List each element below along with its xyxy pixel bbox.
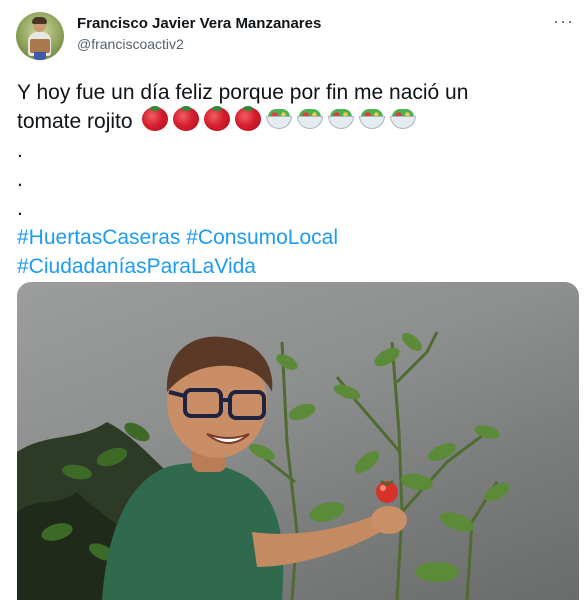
tomato-emoji <box>172 106 199 132</box>
tweet-text: Y hoy fue un día feliz porque por fin me… <box>17 78 572 281</box>
avatar[interactable] <box>16 12 64 60</box>
tweet-text-line-1: Y hoy fue un día feliz porque por fin me… <box>17 81 469 104</box>
tomato-emoji <box>234 106 261 132</box>
more-options-icon[interactable]: ··· <box>553 10 574 32</box>
tomato-emoji <box>203 106 230 132</box>
salad-emoji <box>296 107 323 130</box>
tweet-photo[interactable] <box>17 282 579 600</box>
salad-emoji <box>358 107 385 130</box>
photo-scene <box>17 331 510 600</box>
tomato-emoji <box>141 106 168 132</box>
salad-emoji <box>389 107 416 130</box>
tweet-card[interactable]: Francisco Javier Vera Manzanares @franci… <box>0 0 584 600</box>
boy-hand <box>371 506 407 534</box>
avatar-figure-box <box>30 39 50 53</box>
tweet-text-line-2-words: tomate rojito <box>17 110 133 133</box>
user-handle[interactable]: @franciscoactiv2 <box>77 35 321 53</box>
salad-emoji <box>265 107 292 130</box>
tomato-highlight <box>380 485 386 491</box>
hashtag-link[interactable]: #ConsumoLocal <box>186 226 338 249</box>
display-name[interactable]: Francisco Javier Vera Manzanares <box>77 15 321 33</box>
salad-emoji <box>327 107 354 130</box>
avatar-figure-hair <box>32 17 47 24</box>
tweet-dot-line: . <box>17 197 23 220</box>
avatar-figure-legs <box>34 52 46 60</box>
tweet-text-line-2: tomate rojito <box>17 106 572 136</box>
author-names: Francisco Javier Vera Manzanares @franci… <box>77 15 321 53</box>
tweet-header: Francisco Javier Vera Manzanares @franci… <box>16 10 576 62</box>
hashtag-line-2: #CiudadaníasParaLaVida <box>17 252 572 281</box>
hashtag-link[interactable]: #CiudadaníasParaLaVida <box>17 255 256 278</box>
tweet-dot-line: . <box>17 139 23 162</box>
tweet-dot-line: . <box>17 168 23 191</box>
hashtag-line-1: #HuertasCaseras #ConsumoLocal <box>17 223 572 252</box>
hashtag-link[interactable]: #HuertasCaseras <box>17 226 180 249</box>
